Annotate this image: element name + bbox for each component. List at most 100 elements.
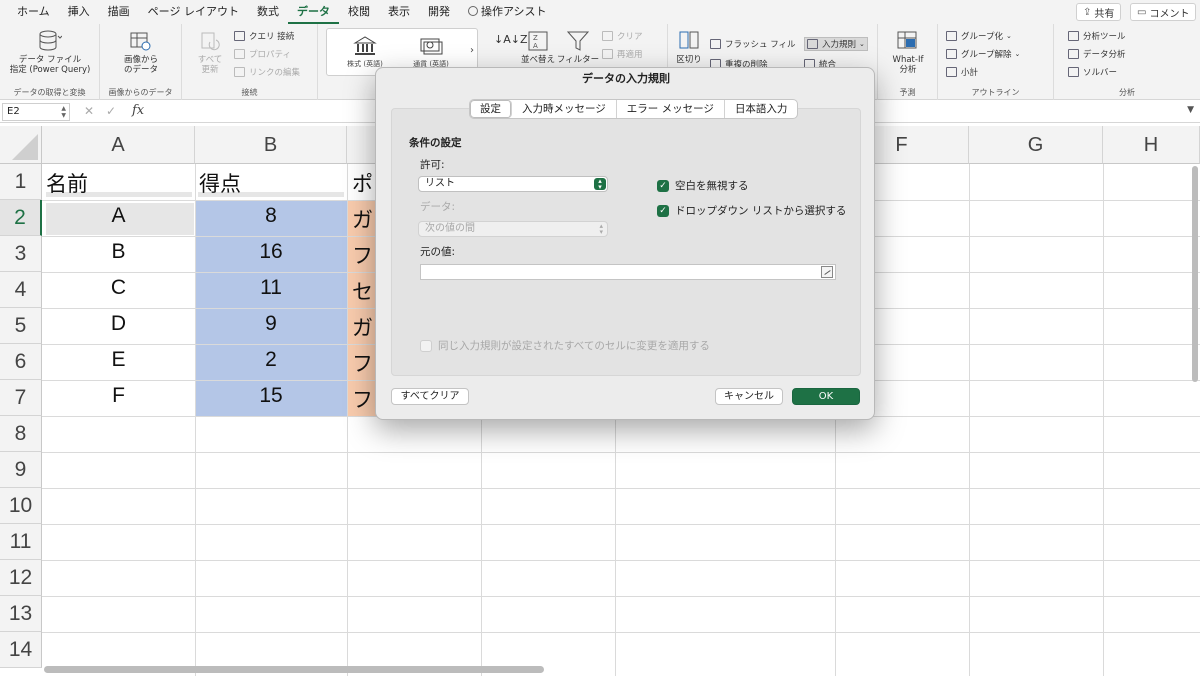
cancel-button[interactable]: キャンセル xyxy=(715,388,783,405)
checkmark-icon: ✓ xyxy=(657,179,669,192)
row-header-14[interactable]: 14 xyxy=(0,632,42,668)
currency-data-type[interactable]: 通貨 (英語) xyxy=(403,35,459,69)
clear-filter-button[interactable]: クリア xyxy=(602,29,643,43)
properties-button[interactable]: プロパティ xyxy=(234,47,291,61)
row-header-13[interactable]: 13 xyxy=(0,596,42,632)
row-header-9[interactable]: 9 xyxy=(0,452,42,488)
horizontal-scrollbar[interactable] xyxy=(44,666,544,673)
tab-home[interactable]: ホーム xyxy=(8,0,59,24)
ungroup-button[interactable]: グループ解除 ⌄ xyxy=(946,47,1020,61)
reapply-button[interactable]: 再適用 xyxy=(602,47,643,61)
tab-developer[interactable]: 開発 xyxy=(419,0,459,24)
subtotal-button[interactable]: 小計 xyxy=(946,65,978,79)
tab-review[interactable]: 校閲 xyxy=(339,0,379,24)
confirm-entry-icon[interactable]: ✓ xyxy=(106,104,116,118)
row-header-6[interactable]: 6 xyxy=(0,344,42,380)
name-box[interactable]: E2 ▲ ▼ xyxy=(2,103,70,121)
in-cell-dropdown-checkbox[interactable]: ✓ ドロップダウン リストから選択する xyxy=(657,203,846,218)
cell-a5[interactable]: D xyxy=(42,312,195,336)
clear-label: クリア xyxy=(617,32,643,42)
row-header-8[interactable]: 8 xyxy=(0,416,42,452)
refresh-all-button[interactable]: すべて 更新 xyxy=(190,30,230,75)
get-data-button[interactable]: データ ファイル 指定 (Power Query) xyxy=(10,30,90,75)
data-analysis-button[interactable]: データ分析 xyxy=(1068,47,1126,61)
group-button[interactable]: グループ化 ⌄ xyxy=(946,29,1012,43)
cell-a7[interactable]: F xyxy=(42,384,195,408)
what-if-analysis-button[interactable]: What-If 分析 xyxy=(886,30,930,75)
queries-connections-button[interactable]: クエリ 接続 xyxy=(234,29,294,43)
ignore-blank-checkbox[interactable]: ✓ 空白を無視する xyxy=(657,178,749,193)
select-all-corner[interactable] xyxy=(0,126,42,164)
cell-b6[interactable]: 2 xyxy=(195,348,347,372)
group-label-image-data: 画像からのデータ xyxy=(108,88,173,97)
column-header-g[interactable]: G xyxy=(969,126,1103,164)
comment-button[interactable]: ▭ コメント xyxy=(1130,3,1197,21)
cell-b2[interactable]: 8 xyxy=(195,204,347,228)
data-validation-button[interactable]: 入力規則 ⌄ xyxy=(804,37,868,51)
sort-button[interactable]: ZA 並べ替え xyxy=(520,30,556,65)
cell-b3[interactable]: 16 xyxy=(195,240,347,264)
dialog-tab-settings[interactable]: 設定 xyxy=(470,100,512,118)
cell-b1[interactable]: 得点 xyxy=(199,168,241,198)
data-operator-value: 次の値の間 xyxy=(425,223,475,234)
cell-a3[interactable]: B xyxy=(42,240,195,264)
tab-insert[interactable]: 挿入 xyxy=(59,0,99,24)
vertical-scrollbar[interactable] xyxy=(1192,166,1198,382)
row-header-7[interactable]: 7 xyxy=(0,380,42,416)
tab-draw[interactable]: 描画 xyxy=(99,0,139,24)
expand-formula-bar-icon[interactable]: ▼ xyxy=(1187,105,1194,115)
row-header-11[interactable]: 11 xyxy=(0,524,42,560)
source-input[interactable] xyxy=(420,264,836,280)
row-header-2[interactable]: 2 xyxy=(0,200,42,236)
tab-data[interactable]: データ xyxy=(287,0,339,24)
column-header-b[interactable]: B xyxy=(195,126,347,164)
cell-a6[interactable]: E xyxy=(42,348,195,372)
cell-b4[interactable]: 11 xyxy=(195,276,347,300)
row-header-1[interactable]: 1 xyxy=(0,164,42,200)
clear-all-button[interactable]: すべてクリア xyxy=(391,388,469,405)
svg-text:A: A xyxy=(533,42,538,50)
column-header-h[interactable]: H xyxy=(1103,126,1200,164)
data-from-picture-button[interactable]: 画像から のデータ xyxy=(112,30,170,75)
cell-b5[interactable]: 9 xyxy=(195,312,347,336)
text-to-columns-button[interactable]: 区切り xyxy=(674,30,704,65)
row-header-3[interactable]: 3 xyxy=(0,236,42,272)
dialog-tab-ime-mode[interactable]: 日本語入力 xyxy=(725,100,798,118)
cell-a2[interactable]: A xyxy=(42,204,195,228)
tab-formulas[interactable]: 数式 xyxy=(248,0,288,24)
name-box-stepper-icon[interactable]: ▲ ▼ xyxy=(61,105,66,119)
cancel-entry-icon[interactable]: ✕ xyxy=(84,104,94,118)
criteria-section-title: 条件の設定 xyxy=(409,137,462,149)
cell-b7[interactable]: 15 xyxy=(195,384,347,408)
analysis-tools-button[interactable]: 分析ツール xyxy=(1068,29,1126,43)
edit-links-button[interactable]: リンクの編集 xyxy=(234,65,300,79)
solver-button[interactable]: ソルバー xyxy=(1068,65,1117,79)
cell-a4[interactable]: C xyxy=(42,276,195,300)
row-header-12[interactable]: 12 xyxy=(0,560,42,596)
cell-a1[interactable]: 名前 xyxy=(46,168,88,198)
tab-tell-me[interactable]: 操作アシスト xyxy=(459,0,556,24)
insert-function-icon[interactable]: fx xyxy=(132,103,144,118)
get-data-label: データ ファイル 指定 (Power Query) xyxy=(9,55,91,75)
data-validation-dialog: データの入力規則 設定 入力時メッセージ エラー メッセージ 日本語入力 条件の… xyxy=(375,67,875,420)
row-header-5[interactable]: 5 xyxy=(0,308,42,344)
data-operator-select[interactable]: 次の値の間 ▴ ▾ xyxy=(418,221,608,237)
flash-fill-label: フラッシュ フィル xyxy=(725,40,796,50)
dialog-tab-error-message[interactable]: エラー メッセージ xyxy=(617,100,725,118)
column-header-a[interactable]: A xyxy=(42,126,195,164)
gallery-scroll-right-icon[interactable]: › xyxy=(470,45,474,56)
tab-view[interactable]: 表示 xyxy=(379,0,419,24)
flash-fill-button[interactable]: フラッシュ フィル xyxy=(710,37,796,51)
dialog-tab-input-message[interactable]: 入力時メッセージ xyxy=(512,100,617,118)
tab-page-layout[interactable]: ページ レイアウト xyxy=(139,0,248,24)
filter-button[interactable]: フィルター xyxy=(557,30,599,65)
row-header-4[interactable]: 4 xyxy=(0,272,42,308)
stocks-data-type[interactable]: 株式 (英語) xyxy=(337,35,393,69)
analysis-tools-icon xyxy=(1068,31,1079,41)
collapse-dialog-icon[interactable] xyxy=(821,266,833,278)
ok-button[interactable]: OK xyxy=(792,388,860,405)
share-button[interactable]: ⇪ 共有 xyxy=(1076,3,1122,21)
row-header-10[interactable]: 10 xyxy=(0,488,42,524)
apply-to-all-checkbox[interactable]: 同じ入力規則が設定されたすべてのセルに変更を適用する xyxy=(420,338,710,353)
allow-select[interactable]: リスト ▴ ▾ xyxy=(418,176,608,192)
